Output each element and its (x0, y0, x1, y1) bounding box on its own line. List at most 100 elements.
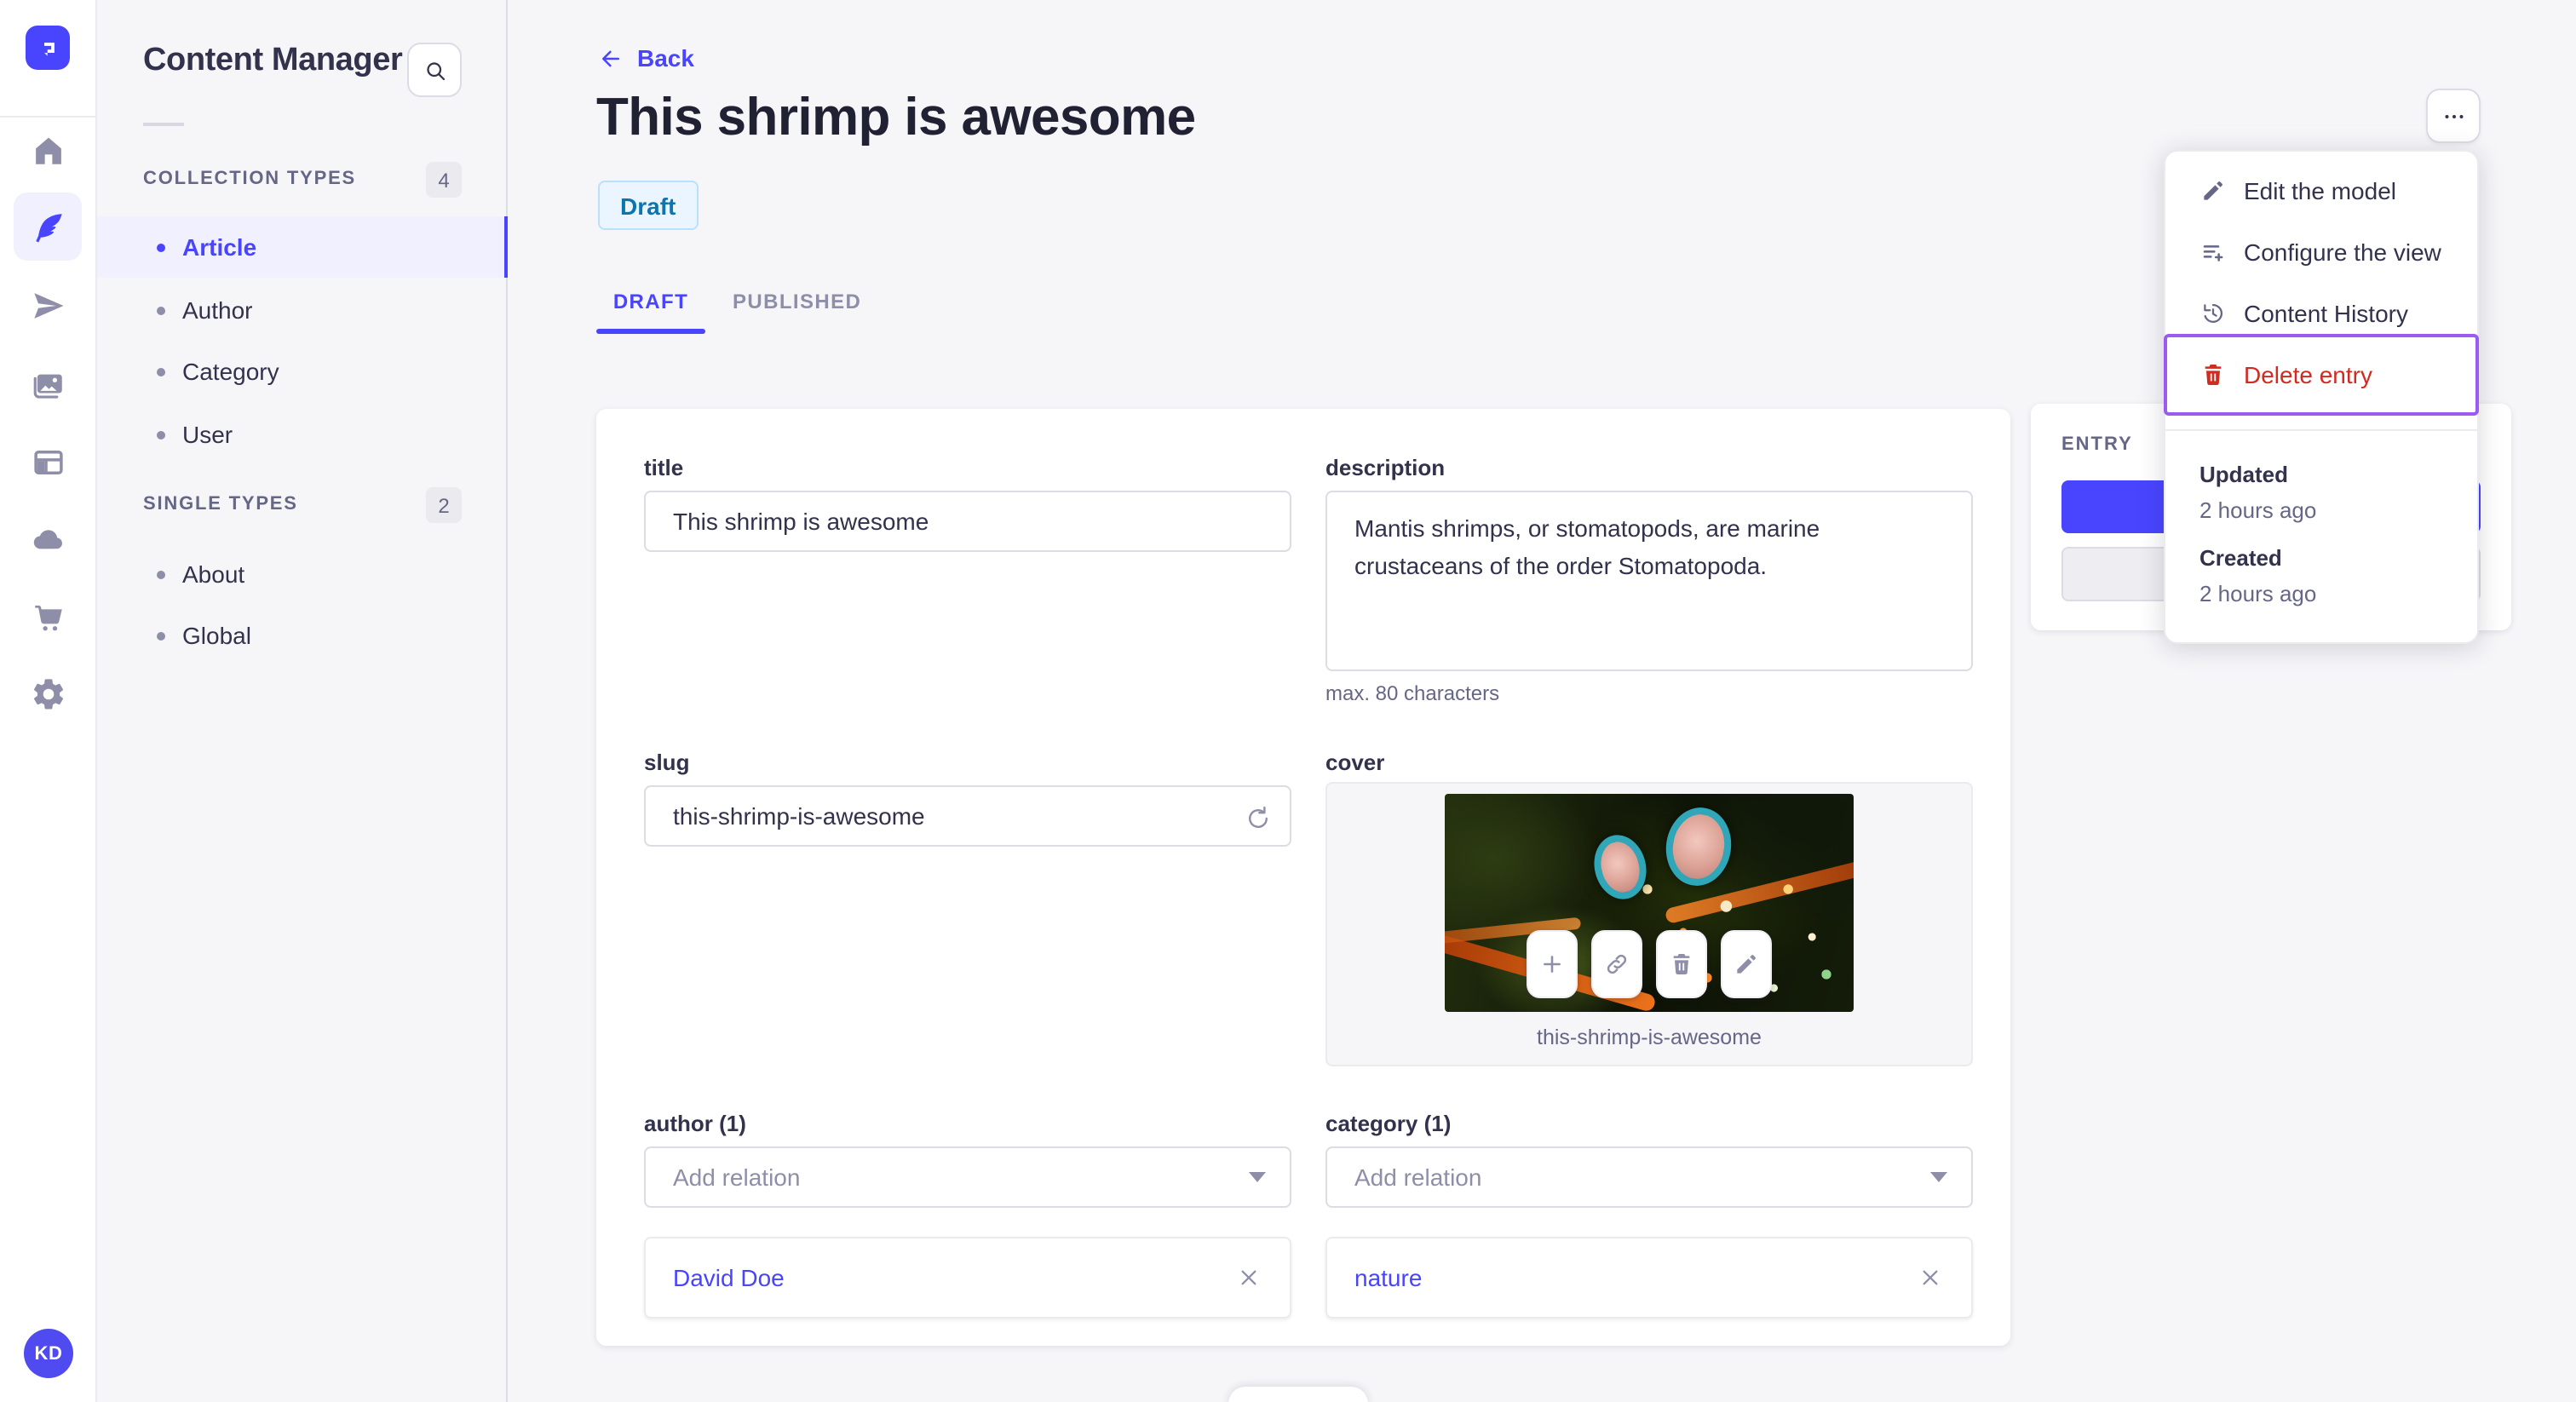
search-icon (426, 61, 445, 80)
combobox-placeholder: Add relation (673, 1164, 801, 1191)
tab-draft[interactable]: DRAFT (596, 290, 705, 313)
menu-item-label: Edit the model (2244, 177, 2396, 204)
sidebar-item-article[interactable]: Article (97, 216, 508, 278)
pencil-icon (2204, 181, 2222, 200)
link-icon[interactable] (1591, 930, 1642, 998)
main-content: Back This shrimp is awesome Draft DRAFT … (508, 0, 2576, 1402)
category-relation-combobox[interactable]: Add relation (1325, 1146, 1973, 1208)
relation-link[interactable]: David Doe (673, 1264, 785, 1291)
sidebar-divider (143, 123, 184, 126)
relation-link[interactable]: nature (1354, 1264, 1422, 1291)
sidebar-item-label: Global (182, 622, 251, 649)
avatar[interactable]: KD (24, 1329, 73, 1378)
created-value: 2 hours ago (2199, 581, 2317, 606)
title-input[interactable] (644, 491, 1291, 552)
slug-label: slug (644, 750, 690, 775)
configure-icon (2203, 245, 2223, 261)
tab-published[interactable]: PUBLISHED (733, 290, 860, 313)
created-label: Created (2199, 545, 2282, 571)
app-window: KD Content Manager COLLECTION TYPES 4 Ar… (0, 0, 2576, 1402)
search-button[interactable] (407, 43, 462, 97)
feather-icon[interactable] (14, 192, 82, 261)
paper-plane-icon[interactable] (14, 271, 82, 339)
author-relation-item: David Doe (644, 1237, 1291, 1319)
author-relation-combobox[interactable]: Add relation (644, 1146, 1291, 1208)
gear-icon[interactable] (14, 659, 82, 727)
single-types-heading: SINGLE TYPES (143, 494, 298, 514)
strapi-logo[interactable] (26, 26, 70, 70)
sidebar-item-label: User (182, 421, 233, 448)
active-tab-underline (596, 329, 705, 334)
sidebar-title: Content Manager (143, 43, 403, 78)
updated-value: 2 hours ago (2199, 497, 2317, 523)
title-label: title (644, 455, 684, 480)
strapi-logo-glyph (43, 42, 54, 55)
collection-types-count: 4 (426, 162, 462, 198)
more-actions-button[interactable] (2426, 89, 2481, 143)
add-icon[interactable] (1527, 930, 1578, 998)
chevron-down-icon (1249, 1172, 1266, 1182)
cart-icon[interactable] (14, 583, 82, 651)
sidebar-item-label: About (182, 560, 245, 588)
cover-filename: this-shrimp-is-awesome (1537, 1026, 1762, 1049)
cover-label: cover (1325, 750, 1385, 775)
ellipsis-icon (2444, 114, 2463, 118)
menu-item-label: Content History (2244, 300, 2408, 327)
combobox-placeholder: Add relation (1354, 1164, 1482, 1191)
media-icon[interactable] (14, 349, 82, 417)
collection-types-heading: COLLECTION TYPES (143, 169, 357, 189)
sidebar-item-label: Article (182, 233, 257, 261)
close-icon[interactable] (1232, 1261, 1266, 1295)
entry-panel-title: ENTRY (2061, 434, 2133, 455)
sidebar-item-about[interactable]: About (97, 543, 508, 605)
sidebar-item-label: Category (182, 358, 279, 385)
edit-icon[interactable] (1721, 930, 1772, 998)
author-label: author (1) (644, 1111, 746, 1136)
back-label: Back (637, 44, 694, 72)
home-icon[interactable] (14, 116, 82, 184)
back-link[interactable]: Back (598, 44, 694, 72)
status-badge: Draft (598, 181, 699, 230)
updated-label: Updated (2199, 462, 2288, 487)
bottom-sheet-pill[interactable] (1228, 1387, 1368, 1402)
single-types-count: 2 (426, 487, 462, 523)
menu-divider (2165, 429, 2477, 431)
sidebar-item-category[interactable]: Category (97, 341, 508, 402)
trash-icon (2205, 365, 2222, 386)
bullet-icon (157, 430, 165, 439)
trash-icon[interactable] (1656, 930, 1707, 998)
sidebar-item-author[interactable]: Author (97, 279, 508, 341)
history-icon (2204, 303, 2223, 323)
bullet-icon (157, 306, 165, 314)
slug-input[interactable] (644, 785, 1291, 847)
sidebar-item-label: Author (182, 296, 253, 324)
edit-form-card: title description Mantis shrimps, or sto… (596, 409, 2010, 1346)
sidebar-item-user[interactable]: User (97, 404, 508, 465)
layout-icon[interactable] (14, 428, 82, 496)
chevron-down-icon (1930, 1172, 1947, 1182)
close-icon[interactable] (1913, 1261, 1947, 1295)
menu-item-edit-model[interactable]: Edit the model (2165, 160, 2477, 221)
menu-item-delete-entry[interactable]: Delete entry (2165, 344, 2477, 405)
category-relation-item: nature (1325, 1237, 1973, 1319)
menu-item-content-history[interactable]: Content History (2165, 283, 2477, 344)
arrow-left-icon (602, 49, 619, 66)
cloud-icon[interactable] (14, 504, 82, 572)
category-label: category (1) (1325, 1111, 1452, 1136)
bullet-icon (157, 243, 165, 251)
description-label: description (1325, 455, 1446, 480)
bullet-icon (157, 631, 165, 640)
cover-actions (1445, 930, 1854, 998)
icon-rail: KD (0, 0, 97, 1402)
menu-item-label: Delete entry (2244, 361, 2372, 388)
description-hint: max. 80 characters (1325, 681, 1500, 705)
page-title: This shrimp is awesome (596, 87, 1196, 147)
regenerate-icon[interactable] (1237, 797, 1278, 838)
description-textarea[interactable]: Mantis shrimps, or stomatopods, are mari… (1325, 491, 1973, 671)
bullet-icon (157, 570, 165, 578)
sidebar-item-global[interactable]: Global (97, 605, 508, 666)
content-manager-sidebar: Content Manager COLLECTION TYPES 4 Artic… (97, 0, 508, 1402)
menu-item-label: Configure the view (2244, 238, 2441, 266)
bullet-icon (157, 367, 165, 376)
menu-item-configure-view[interactable]: Configure the view (2165, 221, 2477, 283)
